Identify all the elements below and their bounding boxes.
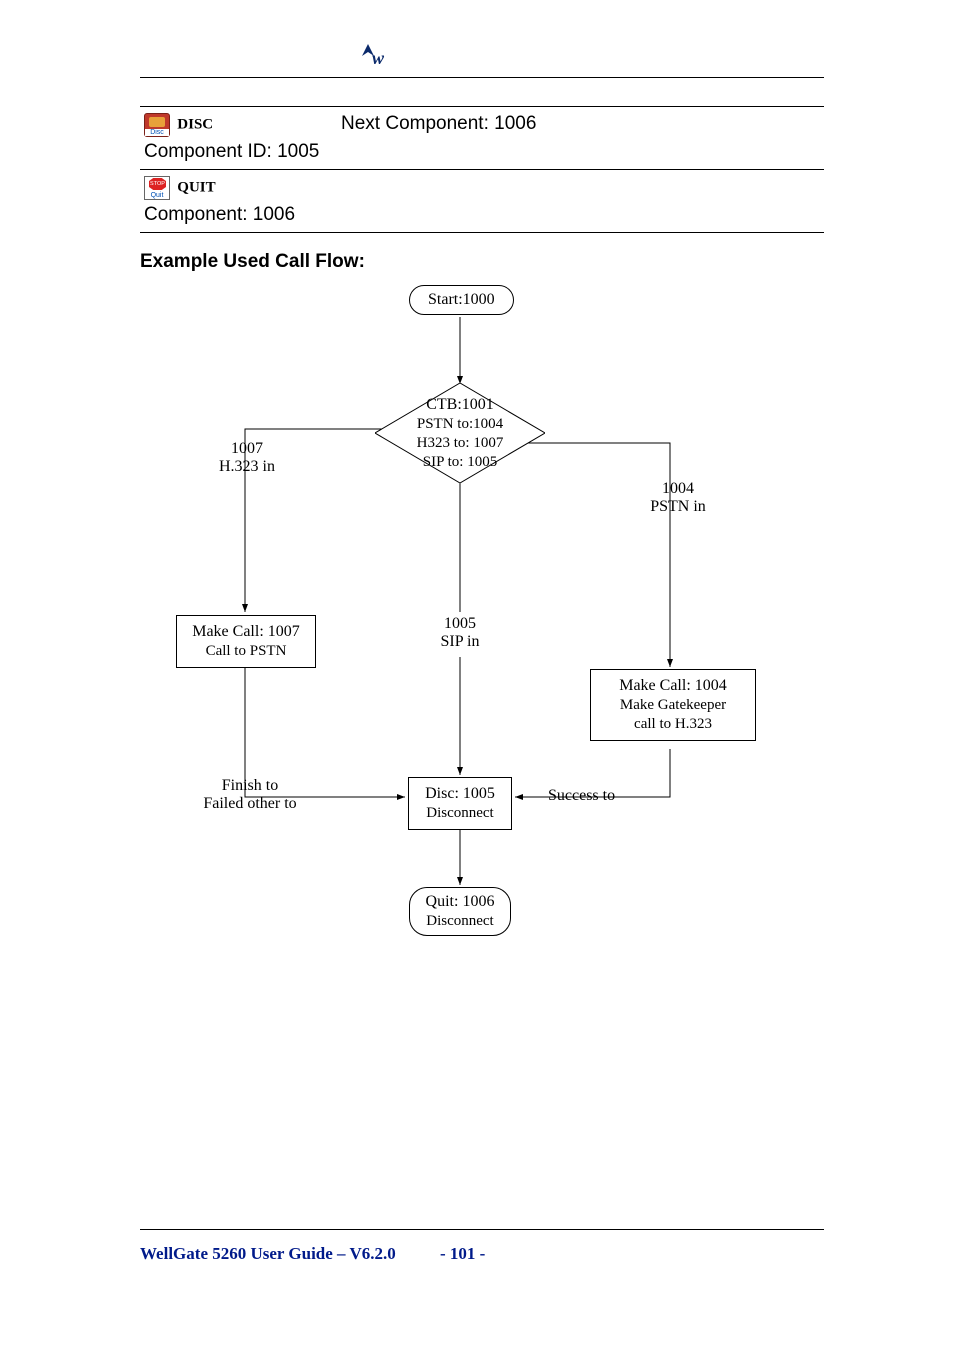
svg-text:w: w (372, 48, 385, 68)
node-disc: Disc: 1005 Disconnect (408, 777, 512, 830)
next-component-text: Next Component: 1006 (337, 107, 824, 170)
flowchart: Start:1000 CTB:1001 PSTN to:1004 H323 to… (150, 277, 810, 957)
ctb-l3: SIP to: 1005 (375, 453, 545, 472)
component-table: DISC Component ID: 1005 Next Component: … (140, 106, 824, 233)
component-text: Component: 1006 (144, 200, 331, 226)
ctb-l2: H323 to: 1007 (375, 434, 545, 453)
sip-label: 1005 SIP in (425, 615, 495, 651)
table-row: DISC Component ID: 1005 Next Component: … (140, 107, 824, 170)
node-quit: Quit: 1006 Disconnect (409, 887, 511, 936)
finish-label: Finish to Failed other to (190, 777, 310, 813)
page-number: - 101 - (440, 1244, 485, 1264)
node-start: Start:1000 (409, 285, 514, 315)
logo-icon: w (358, 42, 392, 72)
footer-title: WellGate 5260 User Guide – V6.2.0 (140, 1244, 396, 1263)
component-id-text: Component ID: 1005 (144, 137, 331, 163)
table-row: QUIT Component: 1006 (140, 170, 824, 233)
header-rule: w (140, 50, 824, 78)
ctb-title: CTB:1001 (375, 395, 545, 415)
quit-icon (144, 176, 170, 200)
section-title: Example Used Call Flow: (140, 251, 824, 273)
footer: WellGate 5260 User Guide – V6.2.0 - 101 … (140, 1244, 396, 1264)
ctb-l1: PSTN to:1004 (375, 415, 545, 434)
node-make-1004: Make Call: 1004 Make Gatekeeper call to … (590, 669, 756, 741)
node-make-1007: Make Call: 1007 Call to PSTN (176, 615, 316, 668)
empty-cell (337, 170, 824, 233)
start-label: Start:1000 (428, 291, 495, 308)
disc-label: DISC (177, 117, 213, 133)
quit-label: QUIT (177, 180, 215, 196)
success-label: Success to (548, 787, 615, 805)
branch-right-label: 1004 PSTN in (638, 480, 718, 516)
branch-left-label: 1007 H.323 in (212, 440, 282, 476)
page: w DISC Component ID: 1005 Next Component… (0, 0, 954, 957)
disc-icon (144, 113, 170, 137)
node-ctb: CTB:1001 PSTN to:1004 H323 to: 1007 SIP … (375, 395, 545, 471)
footer-rule (140, 1229, 824, 1230)
